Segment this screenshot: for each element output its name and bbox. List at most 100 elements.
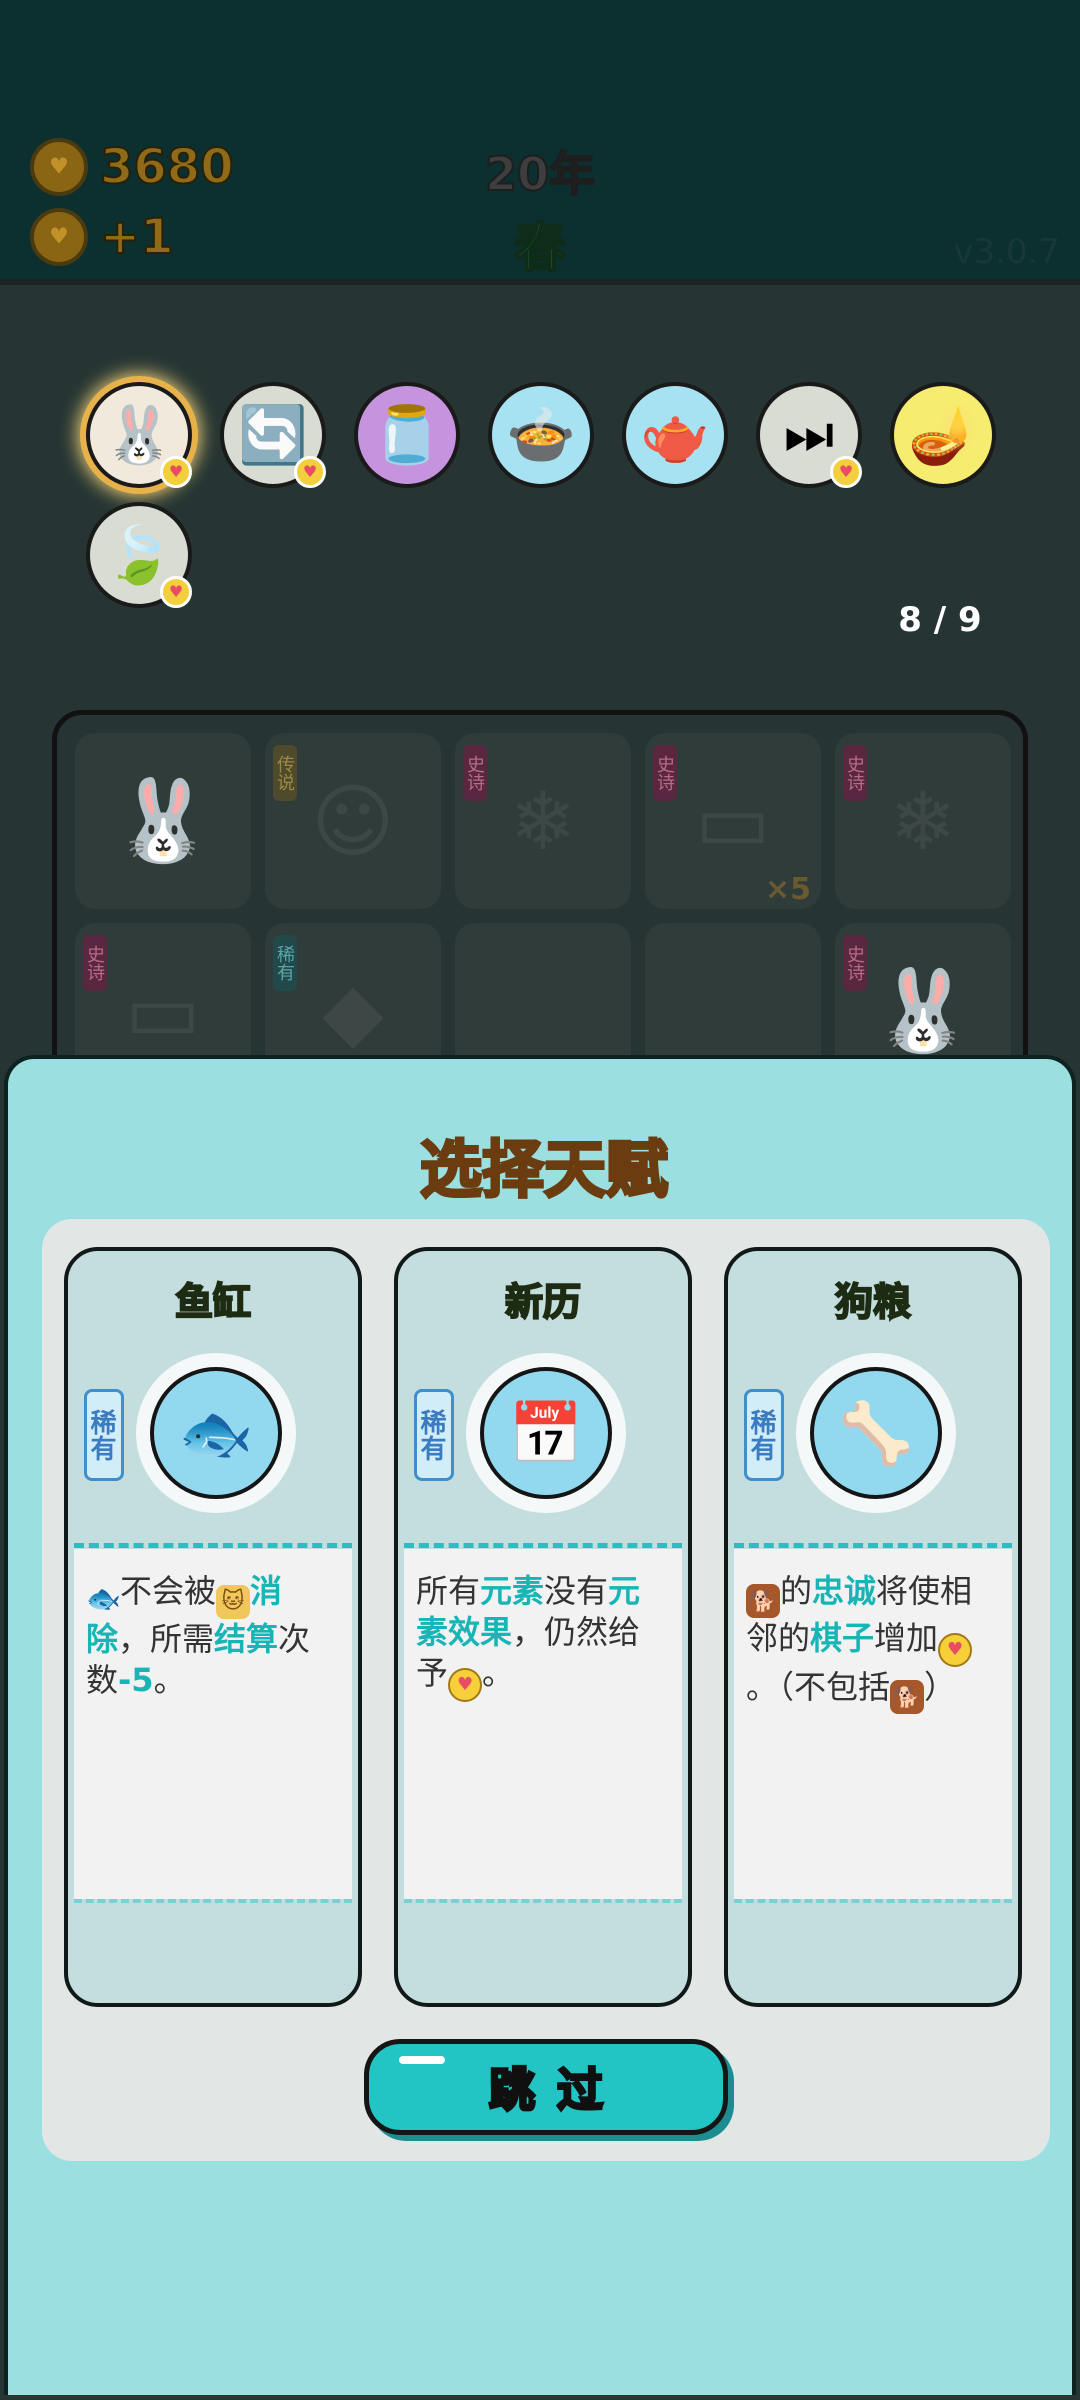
coin-icon — [30, 138, 88, 196]
year-label: 20年 — [484, 146, 596, 202]
divider — [404, 1543, 682, 1548]
upgrade-badge-icon: ♥ — [160, 576, 192, 608]
talent-card[interactable]: 狗粮 稀有 🦴 🐕 的忠诚将使相邻的棋子增加 ♥。（不包括 🐕） — [724, 1247, 1022, 2007]
talent-rabbit[interactable]: 🐰 ♥ — [86, 382, 192, 488]
button-shine — [399, 2056, 445, 2064]
skip-button-label: 跳过 — [488, 2062, 625, 2119]
dog-icon: 🐕 — [746, 1584, 780, 1618]
keyword: 结算 — [214, 1620, 279, 1658]
rarity-tag: 史诗 — [83, 935, 107, 991]
jar-icon: 🫙 — [372, 403, 442, 468]
season-label: 春 — [513, 218, 567, 280]
gravy-boat-icon: 🫖 — [640, 403, 710, 468]
game-board: 🐰 ☺ 传说 ❄ 史诗 ▭ 史诗 ×5 ❄ 史诗 ▭ 史诗 ◆ 稀有 🐰 史诗 — [52, 710, 1028, 1090]
talent-description: 🐟不会被 🐱 消除，所需结算次数-5。 — [86, 1571, 340, 1701]
description-text: 所有 — [416, 1572, 481, 1610]
piece-icon: ❄ — [509, 774, 577, 868]
upgrade-badge-icon: ♥ — [830, 456, 862, 488]
description-text: 增加 — [874, 1619, 939, 1657]
calendar-icon: 📅 — [480, 1367, 612, 1499]
modal-title: 选择天赋 — [418, 1132, 669, 1208]
talent-description: 🐕 的忠诚将使相邻的棋子增加 ♥。（不包括 🐕） — [746, 1571, 1000, 1714]
rarity-tag: 史诗 — [843, 745, 867, 801]
coin-icon: ♥ — [938, 1633, 973, 1667]
stack-count: ×5 — [764, 872, 811, 907]
talent-icon-frame: 🦴 — [796, 1353, 956, 1513]
talent-skip-end[interactable]: ⏭ ♥ — [756, 382, 862, 488]
divider — [404, 1899, 682, 1903]
talent-leaf[interactable]: 🍃 ♥ — [86, 502, 192, 608]
rabbit-icon: 🐰 — [104, 403, 174, 468]
talent-count: 8 / 9 — [898, 600, 982, 640]
upgrade-badge-icon: ♥ — [160, 456, 192, 488]
divider — [74, 1899, 352, 1903]
talent-refresh[interactable]: 🔄 ♥ — [220, 382, 326, 488]
description-text: 的 — [780, 1572, 813, 1610]
board-cell: 🐰 — [75, 733, 251, 909]
rarity-tag: 稀有 — [273, 935, 297, 991]
description-text: 不会被 — [120, 1572, 217, 1610]
description-text: 。（不包括 — [746, 1668, 891, 1706]
talent-card[interactable]: 鱼缸 稀有 🐟 🐟不会被 🐱 消除，所需结算次数-5。 — [64, 1247, 362, 2007]
coin-icon: ♥ — [448, 1668, 483, 1702]
skip-button[interactable]: 跳过 — [364, 2039, 728, 2135]
income-counter: +1 — [30, 208, 175, 266]
fish-icon: 🐟 — [86, 1582, 121, 1615]
piece-icon: 🐰 — [873, 964, 973, 1057]
piece-icon: ▭ — [695, 774, 771, 868]
status-bar: 3680 +1 20年 春 v3.0.7 — [0, 0, 1080, 285]
talent-icon-frame: 🐟 — [136, 1353, 296, 1513]
upgrade-badge-icon: ♥ — [294, 456, 326, 488]
keyword: 棋子 — [810, 1619, 875, 1657]
piece-icon: ☺ — [311, 774, 395, 868]
rarity-badge: 稀有 — [414, 1389, 454, 1481]
talent-pot-duck[interactable]: 🍲 — [488, 382, 594, 488]
coin-icon — [30, 208, 88, 266]
piece-icon: ❄ — [889, 774, 957, 868]
talent-name: 鱼缸 — [174, 1279, 252, 1325]
version-label: v3.0.7 — [953, 232, 1060, 272]
refresh-icon: 🔄 — [238, 403, 308, 468]
rarity-badge: 稀有 — [84, 1389, 124, 1481]
divider — [734, 1543, 1012, 1548]
description-text: ，所需 — [118, 1620, 215, 1658]
fishbowl-icon: 🐟 — [150, 1367, 282, 1499]
talent-jar[interactable]: 🫙 — [354, 382, 460, 488]
talent-options-panel: 鱼缸 稀有 🐟 🐟不会被 🐱 消除，所需结算次数-5。 新历 稀有 📅 所有元素没有元素效果，仍然… — [42, 1219, 1050, 2161]
board-cell: ❄ 史诗 — [835, 733, 1011, 909]
coin-counter: 3680 — [30, 138, 235, 196]
rarity-tag: 史诗 — [653, 745, 677, 801]
leaf-icon: 🍃 — [104, 523, 174, 588]
divider — [74, 1543, 352, 1548]
magic-lamp-icon: 🪔 — [908, 403, 978, 468]
talent-gravy-boat[interactable]: 🫖 — [622, 382, 728, 488]
description-text: ） — [924, 1668, 957, 1706]
dog-food-icon: 🦴 — [810, 1367, 942, 1499]
pot-duck-icon: 🍲 — [506, 403, 576, 468]
board-cell: ▭ 史诗 ×5 — [645, 733, 821, 909]
keyword: -5 — [118, 1661, 154, 1699]
coin-count: 3680 — [99, 138, 235, 196]
board-cell: ❄ 史诗 — [455, 733, 631, 909]
description-text: 。 — [482, 1654, 515, 1692]
rarity-badge: 稀有 — [744, 1389, 784, 1481]
talent-icon-frame: 📅 — [466, 1353, 626, 1513]
piece-icon: ◆ — [322, 964, 384, 1058]
choose-talent-modal: 选择天赋 鱼缸 稀有 🐟 🐟不会被 🐱 消除，所需结算次数-5。 新历 稀有 📅 所有元素没有元素… — [4, 1055, 1076, 2395]
rarity-tag: 传说 — [273, 745, 297, 801]
talent-name: 新历 — [504, 1279, 582, 1325]
board-cell: ☺ 传说 — [265, 733, 441, 909]
rarity-tag: 史诗 — [463, 745, 487, 801]
cat-icon: 🐱 — [216, 1585, 251, 1619]
talent-magic-lamp[interactable]: 🪔 — [890, 382, 996, 488]
keyword: 忠诚 — [812, 1572, 877, 1610]
divider — [734, 1899, 1012, 1903]
income-value: +1 — [99, 208, 175, 266]
piece-icon: 🐰 — [113, 774, 213, 867]
description-text: 。 — [153, 1661, 186, 1699]
piece-icon: ▭ — [125, 964, 201, 1058]
keyword: 元素 — [480, 1572, 545, 1610]
talent-card[interactable]: 新历 稀有 📅 所有元素没有元素效果，仍然给予 ♥。 — [394, 1247, 692, 2007]
description-text: 没有 — [544, 1572, 609, 1610]
rarity-tag: 史诗 — [843, 935, 867, 991]
